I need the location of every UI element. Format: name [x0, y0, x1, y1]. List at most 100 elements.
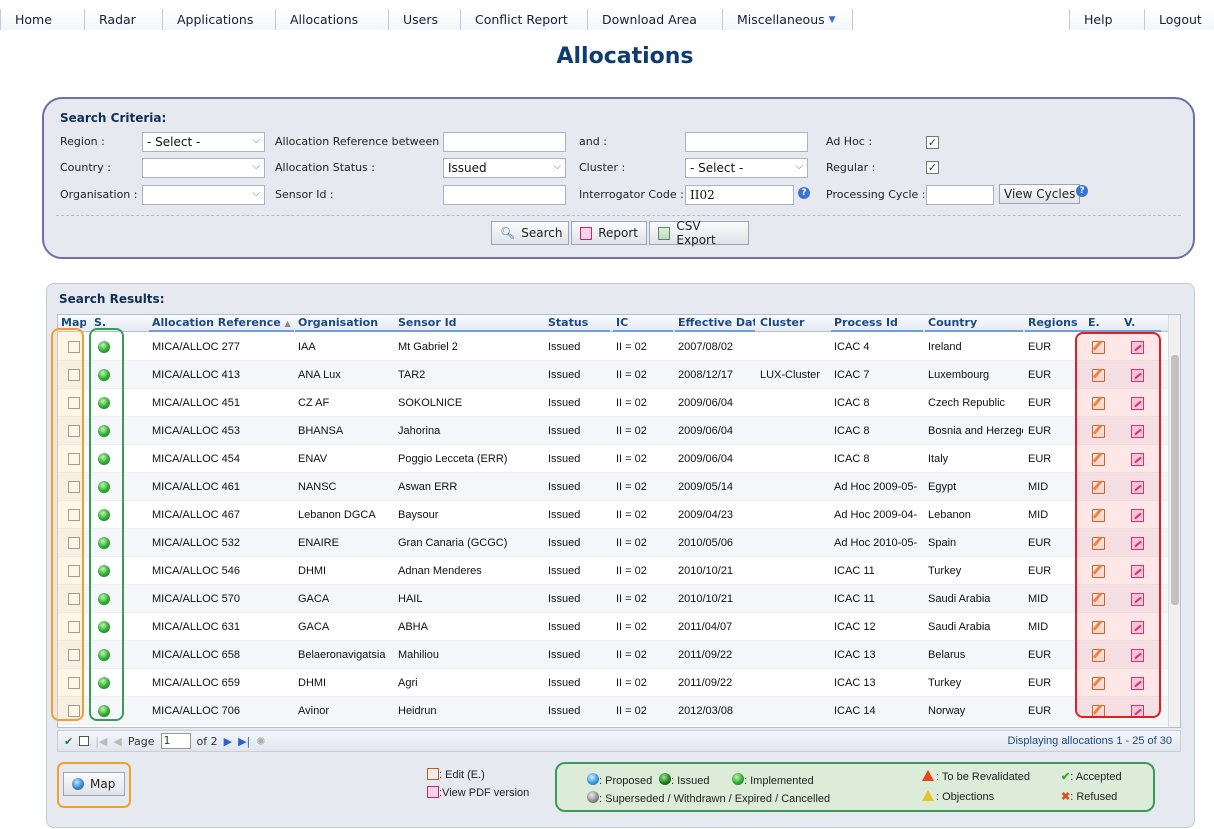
row-map-checkbox[interactable]	[68, 453, 80, 465]
column-header-process-id[interactable]: Process Id	[831, 315, 923, 332]
country-select[interactable]: ⌵	[142, 158, 265, 178]
table-row[interactable]: MICA/ALLOC 467 Lebanon DGCA Baysour Issued I…	[58, 501, 1170, 529]
help-icon[interactable]: ?	[1076, 185, 1088, 197]
row-map-checkbox[interactable]	[68, 369, 80, 381]
cluster-select[interactable]: - Select - ⌵	[685, 158, 808, 178]
table-row[interactable]: MICA/ALLOC 454 ENAV Poggio Lecceta (ERR) Is…	[58, 445, 1170, 473]
table-row[interactable]: MICA/ALLOC 453 BHANSA Jahorina Issued II = 0…	[58, 417, 1170, 445]
ad-hoc-checkbox[interactable]: ✓	[926, 136, 939, 149]
column-header-country[interactable]: Country	[925, 315, 1023, 332]
allocation-reference-from-input[interactable]	[443, 132, 566, 152]
row-map-checkbox[interactable]	[68, 705, 80, 717]
edit-icon[interactable]	[1092, 621, 1105, 634]
column-header-regions[interactable]: Regions	[1025, 315, 1085, 332]
row-map-checkbox[interactable]	[68, 537, 80, 549]
check-all-icon[interactable]: ✔	[64, 735, 73, 748]
nav-allocations[interactable]: Allocations	[275, 9, 388, 30]
search-button[interactable]: 🔍︎ Search	[491, 221, 569, 245]
organisation-select[interactable]: ⌵	[142, 185, 265, 205]
table-row[interactable]: MICA/ALLOC 570 GACA HAIL Issued II = 02 2010/…	[58, 585, 1170, 613]
allocation-reference-to-input[interactable]	[685, 132, 808, 152]
edit-icon[interactable]	[1092, 593, 1105, 606]
pdf-icon[interactable]	[1131, 677, 1144, 690]
row-map-checkbox[interactable]	[68, 509, 80, 521]
table-row[interactable]: MICA/ALLOC 546 DHMI Adnan Menderes Issued II…	[58, 557, 1170, 585]
regular-checkbox[interactable]: ✓	[926, 161, 939, 174]
first-page-icon[interactable]: |◀	[95, 735, 107, 748]
vertical-scrollbar[interactable]	[1168, 315, 1180, 727]
scrollbar-thumb[interactable]	[1171, 355, 1179, 605]
allocation-status-select[interactable]: Issued ⌵	[443, 158, 566, 178]
column-header-view[interactable]: V.	[1121, 315, 1161, 332]
edit-icon[interactable]	[1092, 425, 1105, 438]
pdf-icon[interactable]	[1131, 341, 1144, 354]
nav-download-area[interactable]: Download Area	[587, 9, 722, 30]
last-page-icon[interactable]: ▶|	[238, 735, 250, 748]
table-row[interactable]: MICA/ALLOC 706 Avinor Heidrun Issued II = 02…	[58, 697, 1170, 725]
sensor-id-input[interactable]	[443, 185, 566, 205]
table-row[interactable]: MICA/ALLOC 659 DHMI Agri Issued II = 02 2011/…	[58, 669, 1170, 697]
table-row[interactable]: MICA/ALLOC 707AvinorKirkenesIssuedII = 0…	[58, 725, 1170, 727]
table-row[interactable]: MICA/ALLOC 631 GACA ABHA Issued II = 02 2011/…	[58, 613, 1170, 641]
nav-conflict-report[interactable]: Conflict Report	[460, 9, 587, 30]
edit-icon[interactable]	[1092, 481, 1105, 494]
interrogator-code-input[interactable]: II02	[685, 185, 794, 205]
row-map-checkbox[interactable]	[68, 341, 80, 353]
pdf-icon[interactable]	[1131, 481, 1144, 494]
edit-icon[interactable]	[1092, 565, 1105, 578]
pdf-icon[interactable]	[1131, 593, 1144, 606]
edit-icon[interactable]	[1092, 649, 1105, 662]
view-cycles-button[interactable]: View Cycles	[999, 184, 1081, 204]
row-map-checkbox[interactable]	[68, 649, 80, 661]
nav-home[interactable]: Home	[0, 9, 84, 30]
nav-radar[interactable]: Radar	[84, 9, 162, 30]
column-header-sensor-id[interactable]: Sensor Id	[395, 315, 545, 332]
page-number-input[interactable]: 1	[160, 733, 191, 749]
row-map-checkbox[interactable]	[68, 565, 80, 577]
nav-logout[interactable]: Logout	[1144, 9, 1214, 30]
column-header-status-icon[interactable]: S.	[91, 315, 131, 332]
pdf-icon[interactable]	[1131, 537, 1144, 550]
edit-icon[interactable]	[1092, 453, 1105, 466]
region-select[interactable]: - Select - ⌵	[142, 132, 265, 152]
edit-icon[interactable]	[1092, 341, 1105, 354]
pdf-icon[interactable]	[1131, 705, 1144, 718]
next-page-icon[interactable]: ▶	[224, 735, 232, 748]
row-map-checkbox[interactable]	[68, 425, 80, 437]
table-row[interactable]: MICA/ALLOC 658 Belaeronavigatsia Mahiliou I…	[58, 641, 1170, 669]
pdf-icon[interactable]	[1131, 425, 1144, 438]
edit-icon[interactable]	[1092, 509, 1105, 522]
column-header-edit[interactable]: E.	[1085, 315, 1121, 332]
column-header-cluster[interactable]: Cluster	[757, 315, 830, 332]
nav-applications[interactable]: Applications	[162, 9, 275, 30]
pdf-icon[interactable]	[1131, 621, 1144, 634]
edit-icon[interactable]	[1092, 677, 1105, 690]
pdf-icon[interactable]	[1131, 453, 1144, 466]
row-map-checkbox[interactable]	[68, 481, 80, 493]
column-header-allocation-reference[interactable]: Allocation Reference ▲	[149, 315, 294, 332]
nav-miscellaneous[interactable]: Miscellaneous ▼	[722, 9, 852, 30]
edit-icon[interactable]	[1092, 705, 1105, 718]
table-row[interactable]: MICA/ALLOC 413 ANA Lux TAR2 Issued II = 02 20…	[58, 361, 1170, 389]
row-map-checkbox[interactable]	[68, 677, 80, 689]
column-header-ic[interactable]: IC	[613, 315, 673, 332]
prev-page-icon[interactable]: ◀	[113, 735, 121, 748]
map-button[interactable]: Map	[63, 772, 125, 796]
row-map-checkbox[interactable]	[68, 397, 80, 409]
refresh-icon[interactable]: ✺	[256, 735, 265, 748]
uncheck-all-icon[interactable]	[79, 736, 90, 746]
help-icon[interactable]: ?	[798, 187, 810, 199]
pdf-icon[interactable]	[1131, 565, 1144, 578]
pdf-icon[interactable]	[1131, 509, 1144, 522]
nav-users[interactable]: Users	[388, 9, 460, 30]
nav-help[interactable]: Help	[1069, 9, 1144, 30]
row-map-checkbox[interactable]	[68, 593, 80, 605]
report-button[interactable]: Report	[571, 221, 647, 245]
pdf-icon[interactable]	[1131, 649, 1144, 662]
edit-icon[interactable]	[1092, 369, 1105, 382]
column-header-organisation[interactable]: Organisation	[295, 315, 395, 332]
csv-export-button[interactable]: CSV Export	[649, 219, 749, 247]
pdf-icon[interactable]	[1131, 397, 1144, 410]
row-map-checkbox[interactable]	[68, 621, 80, 633]
processing-cycle-input[interactable]	[926, 185, 994, 205]
